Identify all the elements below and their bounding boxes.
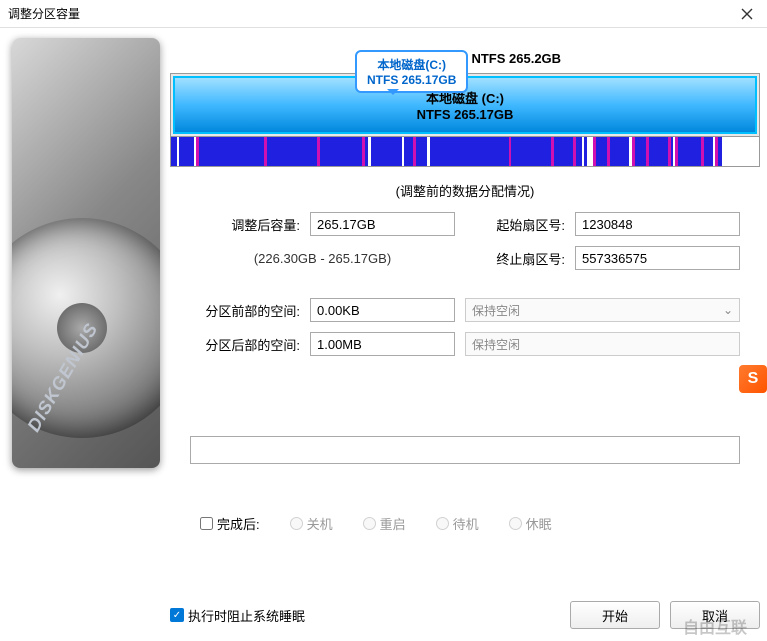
close-button[interactable] [735, 2, 759, 26]
start-button[interactable]: 开始 [570, 601, 660, 629]
close-icon [741, 8, 753, 20]
bottom-row: ✓ 执行时阻止系统睡眠 开始 取消 [170, 601, 760, 629]
end-sector-label: 终止扇区号: [465, 249, 565, 268]
radio-restart[interactable]: 重启 [363, 514, 406, 533]
section-title: (调整前的数据分配情况) [170, 181, 760, 200]
checkmark-icon: ✓ [170, 608, 184, 622]
watermark: 自由互联 [683, 614, 747, 638]
after-complete-checkbox[interactable]: 完成后: [200, 514, 260, 533]
after-space-input[interactable] [310, 332, 455, 356]
after-complete-check[interactable] [200, 517, 213, 530]
ime-icon[interactable]: S [739, 365, 767, 393]
radio-shutdown[interactable]: 关机 [290, 514, 333, 533]
size-input[interactable] [310, 212, 455, 236]
before-space-input[interactable] [310, 298, 455, 322]
after-complete-label: 完成后: [217, 514, 260, 533]
prevent-sleep-checkbox[interactable]: ✓ 执行时阻止系统睡眠 [170, 606, 305, 625]
content-panel: 本地磁盘(C:) NTFS 265.17GB D1:本地磁盘 (C:) NTFS… [160, 28, 767, 641]
radio-hibernate[interactable]: 休眠 [509, 514, 552, 533]
partition-tooltip: 本地磁盘(C:) NTFS 265.17GB [355, 50, 468, 93]
window-title: 调整分区容量 [8, 5, 80, 22]
start-sector-label: 起始扇区号: [465, 215, 565, 234]
tooltip-line1: 本地磁盘(C:) [367, 56, 456, 73]
radio-standby[interactable]: 待机 [436, 514, 479, 533]
usage-bar [170, 137, 760, 167]
start-sector-input[interactable] [575, 212, 740, 236]
size-label: 调整后容量: [190, 215, 300, 234]
hdd-image: DISKGENIUS [12, 38, 160, 468]
prevent-sleep-label: 执行时阻止系统睡眠 [188, 606, 305, 625]
path-input[interactable] [190, 436, 740, 464]
after-space-label: 分区后部的空间: [190, 335, 300, 354]
chevron-down-icon: ⌄ [723, 303, 733, 317]
before-mode-select[interactable]: 保持空闲 ⌄ [465, 298, 740, 322]
before-space-label: 分区前部的空间: [190, 301, 300, 320]
before-mode-value: 保持空闲 [472, 302, 520, 319]
partition-info: NTFS 265.17GB [417, 107, 514, 122]
titlebar: 调整分区容量 [0, 0, 767, 28]
size-range-hint: (226.30GB - 265.17GB) [190, 251, 455, 266]
tooltip-line2: NTFS 265.17GB [367, 73, 456, 87]
after-mode-select[interactable]: 保持空闲 [465, 332, 740, 356]
form-grid: 调整后容量: 起始扇区号: (226.30GB - 265.17GB) 终止扇区… [170, 212, 760, 356]
sidebar-illustration: DISKGENIUS [0, 28, 160, 641]
end-sector-input[interactable] [575, 246, 740, 270]
after-complete-row: 完成后: 关机 重启 待机 休眠 [170, 464, 760, 533]
after-mode-value: 保持空闲 [472, 336, 520, 353]
